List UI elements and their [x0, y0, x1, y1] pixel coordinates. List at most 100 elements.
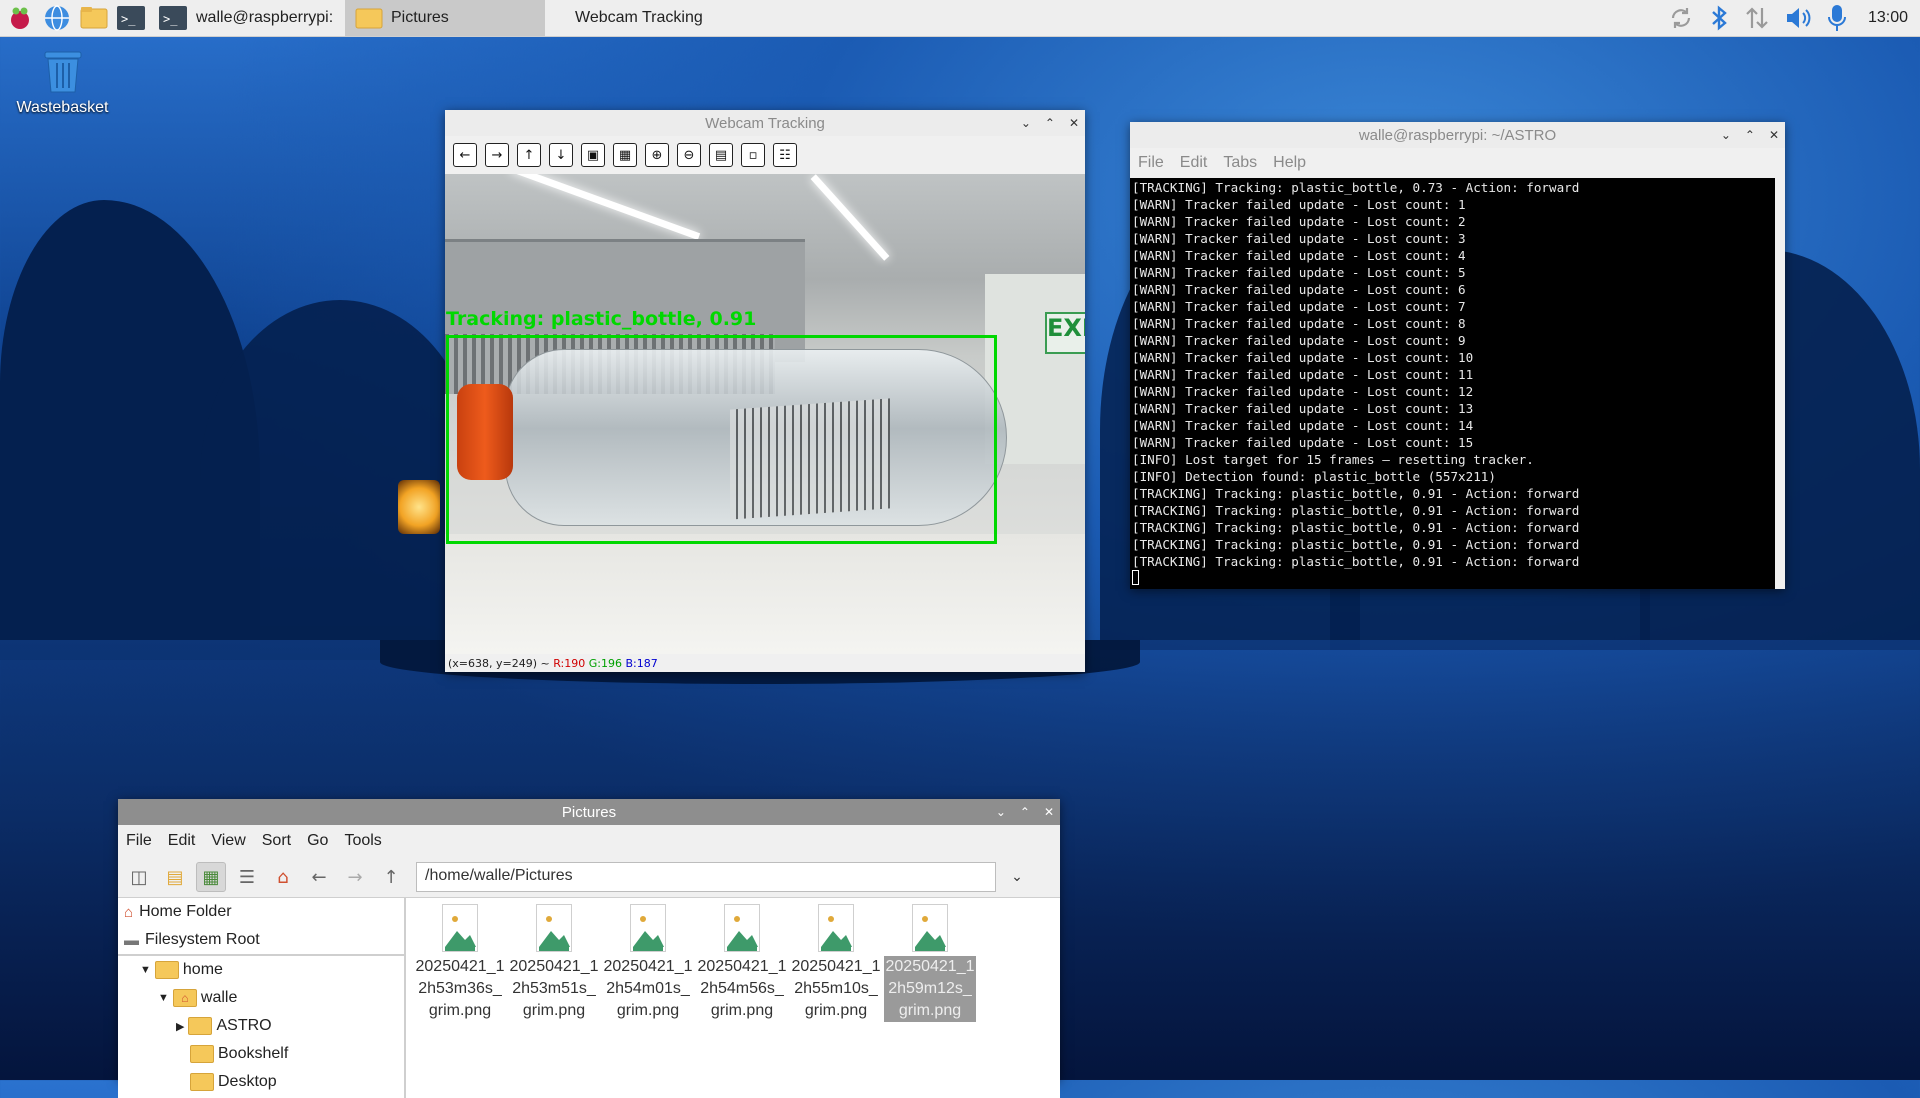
minimize-icon[interactable]: ⌄ [1721, 128, 1731, 142]
pixel-status-bar: (x=638, y=249) ~ R:190 G:196 B:187 [445, 654, 1085, 672]
home-icon[interactable]: ⌂ [268, 862, 298, 892]
tree-item-home[interactable]: ▼ home [118, 956, 404, 984]
svg-text:>_: >_ [121, 12, 136, 26]
file-item[interactable]: 20250421_1 2h53m51s_ grim.png [508, 904, 600, 1098]
forward-icon[interactable]: → [340, 862, 370, 892]
volume-icon[interactable] [1784, 5, 1812, 31]
file-manager-titlebar[interactable]: Pictures ⌄ ⌃ ✕ [118, 799, 1060, 825]
tree-label: ASTRO [216, 1017, 272, 1034]
place-label: Home Folder [139, 903, 232, 920]
file-name-line: 20250421_1 [697, 958, 787, 975]
lantern [398, 480, 440, 534]
file-name-line: grim.png [710, 1002, 774, 1019]
terminal-scrollbar[interactable] [1775, 178, 1785, 589]
home-folder-icon: ⌂ [172, 989, 197, 1007]
place-filesystem-root[interactable]: ▬ Filesystem Root [118, 926, 404, 956]
minimize-icon[interactable]: ⌄ [996, 805, 1006, 819]
menu-edit[interactable]: Edit [1180, 154, 1208, 172]
terminal-line: [WARN] Tracker failed update - Lost coun… [1132, 197, 1466, 212]
browser-icon[interactable] [40, 1, 74, 35]
terminal-line: [WARN] Tracker failed update - Lost coun… [1132, 367, 1474, 382]
menu-help[interactable]: Help [1273, 154, 1306, 172]
close-icon[interactable]: ✕ [1044, 805, 1054, 819]
taskbar-task-label: Webcam Tracking [575, 9, 703, 26]
path-input[interactable]: /home/walle/Pictures [416, 862, 996, 892]
menu-tools[interactable]: Tools [344, 832, 381, 850]
close-icon[interactable]: ✕ [1769, 128, 1779, 142]
raspberry-menu-icon[interactable] [3, 1, 37, 35]
up-icon[interactable]: ↑ [376, 862, 406, 892]
expander-icon[interactable]: ▶ [176, 1020, 184, 1033]
taskbar-task-terminal[interactable]: >_ walle@raspberrypi: ... [148, 0, 345, 36]
zoom-in-icon[interactable]: ⊕ [645, 143, 669, 167]
terminal-line: [WARN] Tracker failed update - Lost coun… [1132, 333, 1466, 348]
network-icon[interactable] [1744, 4, 1770, 32]
menu-file[interactable]: File [1138, 154, 1164, 172]
webcam-feed[interactable]: EXI Tracking: plastic_bottle, 0.91 [445, 174, 1085, 654]
wastebasket-desktop-icon[interactable]: Wastebasket [10, 44, 115, 117]
pan-down-icon[interactable]: ↓ [549, 143, 573, 167]
chevron-down-icon[interactable]: ⌄ [1002, 862, 1032, 892]
new-folder-icon[interactable]: ▤ [160, 862, 190, 892]
list-view-icon[interactable]: ☰ [232, 862, 262, 892]
maximize-icon[interactable]: ⌃ [1745, 128, 1755, 142]
back-icon[interactable]: ← [304, 862, 334, 892]
minimize-icon[interactable]: ⌄ [1021, 116, 1031, 130]
file-item[interactable]: 20250421_1 2h59m12s_ grim.png [884, 904, 976, 1098]
update-icon[interactable] [1668, 5, 1694, 31]
tree-item-bookshelf[interactable]: Bookshelf [118, 1040, 404, 1068]
file-item[interactable]: 20250421_1 2h55m10s_ grim.png [790, 904, 882, 1098]
menu-file[interactable]: File [126, 832, 152, 850]
zoom-original-icon[interactable]: ▦ [613, 143, 637, 167]
tree-label: Desktop [218, 1073, 277, 1090]
terminal-output[interactable]: [TRACKING] Tracking: plastic_bottle, 0.7… [1130, 178, 1785, 589]
tree-item-desktop[interactable]: Desktop [118, 1068, 404, 1096]
pan-right-icon[interactable]: → [485, 143, 509, 167]
properties-icon[interactable]: ☷ [773, 143, 797, 167]
menu-sort[interactable]: Sort [262, 832, 291, 850]
menu-edit[interactable]: Edit [168, 832, 196, 850]
terminal-icon[interactable]: >_ [114, 1, 148, 35]
menu-tabs[interactable]: Tabs [1223, 154, 1257, 172]
tree-item-astro[interactable]: ▶ ASTRO [118, 1012, 404, 1040]
copy-icon[interactable]: ▫ [741, 143, 765, 167]
microphone-icon[interactable] [1826, 3, 1848, 33]
file-name-line: 20250421_1 [603, 958, 693, 975]
bluetooth-icon[interactable] [1708, 4, 1730, 32]
place-home-folder[interactable]: ⌂ Home Folder [118, 898, 404, 926]
zoom-fit-icon[interactable]: ▣ [581, 143, 605, 167]
terminal-line: [WARN] Tracker failed update - Lost coun… [1132, 265, 1466, 280]
pan-left-icon[interactable]: ← [453, 143, 477, 167]
maximize-icon[interactable]: ⌃ [1045, 116, 1055, 130]
file-item[interactable]: 20250421_1 2h53m36s_ grim.png [414, 904, 506, 1098]
file-item[interactable]: 20250421_1 2h54m01s_ grim.png [602, 904, 694, 1098]
expander-icon[interactable]: ▼ [140, 964, 151, 976]
folder-icon [190, 1073, 214, 1091]
taskbar-task-pictures[interactable]: Pictures [345, 0, 545, 36]
maximize-icon[interactable]: ⌃ [1020, 805, 1030, 819]
terminal-titlebar[interactable]: walle@raspberrypi: ~/ASTRO ⌄ ⌃ ✕ [1130, 122, 1785, 148]
tree-item-walle[interactable]: ▼ ⌂ walle [118, 984, 404, 1012]
side-pane-icon[interactable]: ◫ [124, 862, 154, 892]
expander-icon[interactable]: ▼ [158, 992, 169, 1004]
taskbar-task-webcam[interactable]: Webcam Tracking [545, 0, 745, 36]
image-file-icon [442, 904, 478, 952]
clock[interactable]: 13:00 [1868, 9, 1908, 27]
file-manager-icon[interactable] [77, 1, 111, 35]
file-name-line: 20250421_1 [415, 958, 505, 975]
menu-go[interactable]: Go [307, 832, 328, 850]
pan-up-icon[interactable]: ↑ [517, 143, 541, 167]
folder-icon [188, 1017, 213, 1035]
terminal-line: [WARN] Tracker failed update - Lost coun… [1132, 248, 1466, 263]
file-item[interactable]: 20250421_1 2h54m56s_ grim.png [696, 904, 788, 1098]
save-icon[interactable]: ▤ [709, 143, 733, 167]
menu-view[interactable]: View [211, 832, 245, 850]
file-name-line: grim.png [616, 1002, 680, 1019]
icon-view-icon[interactable]: ▦ [196, 862, 226, 892]
close-icon[interactable]: ✕ [1069, 116, 1079, 130]
zoom-out-icon[interactable]: ⊖ [677, 143, 701, 167]
side-pane: ⌂ Home Folder ▬ Filesystem Root ▼ home ▼… [118, 898, 406, 1098]
file-name-line: 2h55m10s_ [794, 980, 878, 997]
image-file-icon [818, 904, 854, 952]
webcam-titlebar[interactable]: Webcam Tracking ⌄ ⌃ ✕ [445, 110, 1085, 136]
